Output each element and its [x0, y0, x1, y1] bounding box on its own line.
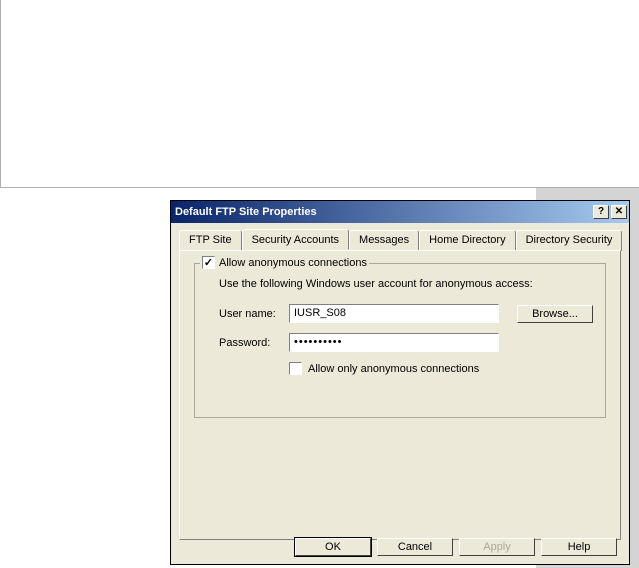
tab-directory-security[interactable]: Directory Security — [516, 230, 623, 251]
tabstrip: FTP Site Security Accounts Messages Home… — [171, 223, 629, 250]
username-label: User name: — [219, 308, 289, 320]
cancel-button[interactable]: Cancel — [377, 538, 453, 556]
dialog-buttons: OK Cancel Apply Help — [295, 538, 617, 556]
anonymous-desc: Use the following Windows user account f… — [219, 278, 593, 290]
window-title: Default FTP Site Properties — [175, 206, 591, 218]
browse-button[interactable]: Browse... — [517, 305, 593, 323]
allow-anonymous-legend: Allow anonymous connections — [200, 256, 369, 269]
tab-ftp-site[interactable]: FTP Site — [179, 230, 242, 251]
password-row: Password: •••••••••• — [219, 333, 593, 352]
allow-anonymous-label: Allow anonymous connections — [219, 257, 367, 269]
apply-button[interactable]: Apply — [459, 538, 535, 556]
tab-home-directory[interactable]: Home Directory — [419, 230, 515, 251]
titlebar-help-button[interactable]: ? — [593, 205, 609, 219]
titlebar: Default FTP Site Properties ? ✕ — [171, 201, 629, 223]
password-input[interactable]: •••••••••• — [289, 333, 499, 352]
anonymous-groupbox: Allow anonymous connections Use the foll… — [194, 263, 606, 418]
allow-anonymous-checkbox[interactable] — [202, 256, 215, 269]
password-label: Password: — [219, 337, 289, 349]
tab-messages[interactable]: Messages — [349, 230, 419, 251]
allow-only-anonymous-checkbox[interactable] — [289, 362, 302, 375]
allow-only-anonymous-label: Allow only anonymous connections — [308, 363, 479, 375]
help-button[interactable]: Help — [541, 538, 617, 556]
properties-dialog: Default FTP Site Properties ? ✕ FTP Site… — [170, 200, 630, 565]
allow-only-row: Allow only anonymous connections — [289, 362, 593, 375]
tab-security-accounts[interactable]: Security Accounts — [242, 229, 349, 250]
ok-button[interactable]: OK — [295, 538, 371, 556]
username-row: User name: IUSR_S08 Browse... — [219, 304, 593, 323]
tabpanel-security-accounts: Allow anonymous connections Use the foll… — [179, 250, 621, 540]
page-backdrop — [0, 0, 639, 188]
username-input[interactable]: IUSR_S08 — [289, 304, 499, 323]
titlebar-close-button[interactable]: ✕ — [611, 205, 627, 219]
